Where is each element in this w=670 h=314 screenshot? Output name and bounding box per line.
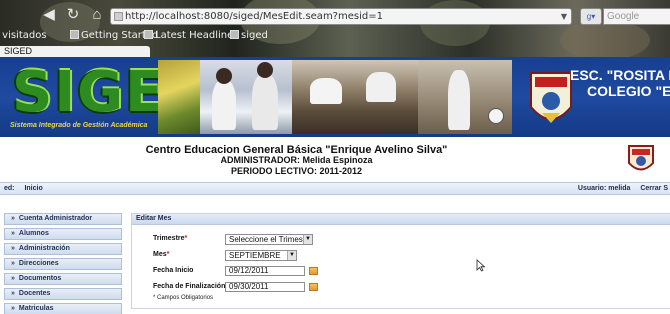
mes-select[interactable]: SEPTIEMBRE ▼	[225, 250, 297, 261]
required-mark: *	[166, 251, 170, 258]
calendar-icon[interactable]	[309, 283, 318, 291]
chevron-down-icon: ▼	[303, 235, 312, 244]
double-chevron-icon: »	[11, 230, 15, 237]
bookmark-label: Latest Headlines	[155, 30, 239, 41]
school-name-line2: COLEGIO "EL CHA	[587, 83, 670, 99]
logo-subtitle: Sistema Integrado de Gestión Académica	[10, 122, 148, 129]
sidebar-menu: » Cuenta Administrador » Alumnos » Administ…	[4, 213, 122, 314]
bookmark-icon	[70, 30, 79, 39]
browser-chrome: ◀ ↻ ⌂ http://localhost:8080/siged/MesEdi…	[0, 0, 670, 60]
school-name-line1: ESC. "ROSITA PARE	[570, 67, 670, 83]
banner-photo	[292, 60, 418, 134]
sidebar-item-label: Matriculas	[18, 305, 54, 312]
chevron-down-icon: ▼	[287, 251, 296, 260]
trimestre-selected-value: Seleccione el Trimestre	[229, 235, 313, 244]
sidebar-item-administracion[interactable]: » Administración	[4, 243, 122, 255]
bookmark-item[interactable]: Más visitados	[0, 30, 47, 41]
sidebar-item-label: Cuenta Administrador	[18, 215, 93, 222]
required-fields-note: * Campos Obligatorios	[153, 295, 214, 301]
edit-month-panel: Editar Mes Trimestre* Seleccione el Trim…	[131, 213, 670, 309]
photo-figure	[448, 70, 470, 130]
double-chevron-icon: »	[11, 215, 15, 222]
school-crest-icon	[530, 72, 572, 123]
sidebar-item-label: Direcciones	[18, 260, 59, 267]
user-info: Usuario: melida Cerrar S	[578, 185, 668, 192]
administrator-label: ADMINISTRADOR: Melida Espinoza	[220, 155, 373, 165]
double-chevron-icon: »	[11, 260, 15, 267]
institution-crest-icon	[628, 145, 654, 171]
trimestre-label-text: Trimestre	[153, 235, 185, 242]
site-banner: SIGED Sistema Integrado de Gestión Acadé…	[0, 57, 670, 137]
favicon-icon	[114, 12, 123, 21]
bookmark-label: Más visitados	[0, 30, 47, 41]
photo-figure	[310, 78, 342, 104]
home-icon[interactable]: ⌂	[86, 5, 108, 25]
period-label: PERIODO LECTIVO: 2011-2012	[230, 166, 363, 176]
banner-photo	[418, 60, 512, 134]
mes-label-text: Mes	[153, 251, 167, 258]
sidebar-item-label: Alumnos	[18, 230, 49, 237]
double-chevron-icon: »	[11, 275, 15, 282]
bookmark-label: siged	[241, 30, 268, 41]
breadcrumb: ed: Inicio	[4, 185, 43, 192]
status-bar: ed: Inicio Usuario: melida Cerrar S	[0, 182, 670, 195]
page: ◀ ↻ ⌂ http://localhost:8080/siged/MesEdi…	[0, 0, 670, 314]
double-chevron-icon: »	[11, 245, 15, 252]
url-dropdown-icon[interactable]: ▼	[561, 9, 567, 24]
sidebar-item-label: Administración	[18, 245, 70, 252]
fecha-inicio-label: Fecha Inicio	[153, 267, 194, 274]
photo-figure	[216, 68, 232, 84]
sidebar-item-cuenta-administrador[interactable]: » Cuenta Administrador	[4, 213, 122, 225]
fecha-inicio-field[interactable]: 09/12/2011	[225, 266, 305, 276]
panel-title: Editar Mes	[132, 214, 670, 225]
back-icon[interactable]: ◀	[38, 5, 60, 25]
ball-icon	[488, 108, 504, 124]
bookmark-item[interactable]: Latest Headlines	[144, 30, 239, 41]
mes-label: Mes*	[153, 251, 169, 258]
calendar-icon[interactable]	[309, 267, 318, 275]
url-text: http://localhost:8080/siged/MesEdit.seam…	[125, 11, 383, 22]
sidebar-item-docentes[interactable]: » Docentes	[4, 288, 122, 300]
double-chevron-icon: »	[11, 290, 15, 297]
search-engine-icon[interactable]: g▾	[580, 8, 602, 25]
browser-tab[interactable]: SIGED	[0, 46, 150, 57]
trimestre-label: Trimestre*	[153, 235, 187, 242]
breadcrumb-prefix: ed:	[4, 185, 15, 192]
address-bar[interactable]: http://localhost:8080/siged/MesEdit.seam…	[110, 8, 572, 25]
search-placeholder: Google	[607, 11, 640, 22]
reload-icon[interactable]: ↻	[62, 5, 84, 25]
bookmark-item[interactable]: siged	[230, 30, 268, 41]
photo-figure	[366, 72, 396, 102]
required-mark: *	[184, 235, 188, 242]
double-chevron-icon: »	[11, 305, 15, 312]
sidebar-item-direcciones[interactable]: » Direcciones	[4, 258, 122, 270]
mouse-cursor-icon	[476, 259, 486, 272]
bookmark-icon	[144, 30, 153, 39]
fecha-fin-label: Fecha de Finalización	[153, 283, 226, 290]
trimestre-select[interactable]: Seleccione el Trimestre ▼	[225, 234, 313, 245]
current-user-label: Usuario: melida	[577, 185, 631, 192]
fecha-fin-field[interactable]: 09/30/2011	[225, 282, 305, 292]
search-input[interactable]: Google	[603, 8, 670, 25]
sidebar-item-alumnos[interactable]: » Alumnos	[4, 228, 122, 240]
photo-figure	[212, 80, 236, 130]
bookmark-icon	[230, 30, 239, 39]
breadcrumb-home-link[interactable]: Inicio	[24, 185, 42, 192]
sidebar-item-matriculas[interactable]: » Matriculas	[4, 303, 122, 314]
bookmarks-bar: Más visitados Getting Started Latest Hea…	[0, 28, 670, 44]
sidebar-item-documentos[interactable]: » Documentos	[4, 273, 122, 285]
photo-figure	[257, 62, 273, 78]
sidebar-item-label: Documentos	[18, 275, 62, 282]
photo-figure	[252, 74, 278, 130]
banner-photo	[200, 60, 292, 134]
tab-strip: SIGED	[0, 46, 670, 57]
logout-link[interactable]: Cerrar S	[640, 185, 668, 192]
banner-photo	[158, 60, 200, 134]
sidebar-item-label: Docentes	[18, 290, 51, 297]
mes-selected-value: SEPTIEMBRE	[229, 251, 281, 260]
